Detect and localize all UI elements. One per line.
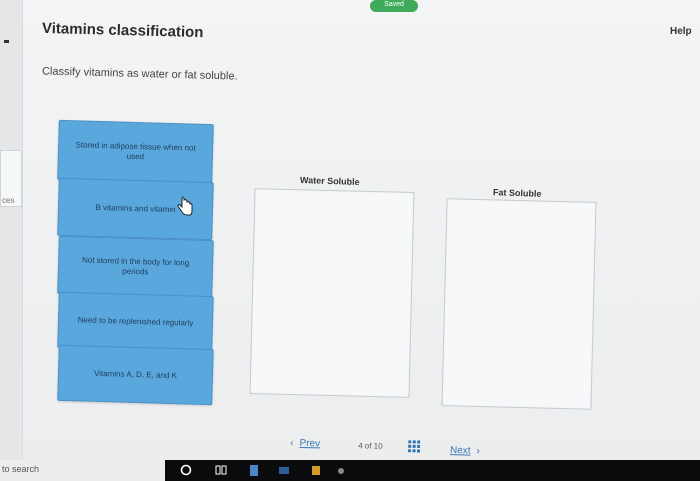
taskbar-app-icon[interactable] — [278, 464, 290, 476]
draggable-card[interactable]: Stored in adipose tissue when not used — [57, 119, 214, 185]
hand-cursor-icon — [177, 196, 193, 216]
left-sidebar: ces — [0, 0, 23, 460]
draggable-card[interactable]: Not stored in the body for long periods — [57, 235, 214, 299]
chevron-left-icon: ‹ — [290, 437, 294, 449]
water-soluble-dropzone[interactable] — [249, 188, 415, 398]
draggable-card[interactable]: Need to be replenished regularly — [57, 291, 214, 353]
cortana-icon[interactable] — [180, 464, 192, 476]
chevron-right-icon: › — [476, 445, 481, 457]
card-label: Need to be replenished regularly — [77, 315, 194, 328]
help-link[interactable]: Help — [670, 26, 692, 37]
page-title: Vitamins classification — [41, 19, 204, 42]
saved-badge: Saved — [370, 0, 418, 12]
task-view-icon[interactable] — [215, 464, 227, 476]
next-label: Next — [449, 445, 471, 457]
card-label: Not stored in the body for long periods — [81, 255, 190, 277]
grid-icon[interactable] — [407, 440, 421, 453]
next-button[interactable]: Next › — [450, 445, 480, 457]
taskbar-search-box[interactable]: to search — [0, 460, 165, 481]
card-label: Vitamins A, D, E, and K — [93, 368, 178, 381]
prev-label: Prev — [299, 437, 321, 450]
assignment-page: ces Saved Help Vitamins classification C… — [0, 0, 700, 481]
taskbar-app-icon[interactable] — [310, 464, 322, 476]
taskbar: to search — [0, 460, 700, 481]
taskbar-app-icon[interactable] — [335, 464, 347, 476]
page-indicator: 4 of 10 — [358, 441, 383, 451]
fat-soluble-label: Fat Soluble — [492, 187, 542, 199]
card-label: B vitamins and vitamin — [95, 202, 176, 215]
prev-button[interactable]: ‹ Prev — [290, 438, 320, 450]
sidebar-marker — [4, 40, 9, 43]
draggable-card[interactable]: Vitamins A, D, E, and K — [57, 344, 214, 406]
water-soluble-label: Water Soluble — [299, 174, 360, 188]
card-label: Stored in adipose tissue when not used — [75, 140, 196, 162]
fat-soluble-dropzone[interactable] — [441, 198, 597, 410]
taskbar-search-text: to search — [2, 464, 40, 474]
sidebar-partial-text: ces — [2, 196, 15, 205]
instructions-text: Classify vitamins as water or fat solubl… — [41, 65, 238, 83]
taskbar-app-icon[interactable] — [248, 464, 260, 476]
